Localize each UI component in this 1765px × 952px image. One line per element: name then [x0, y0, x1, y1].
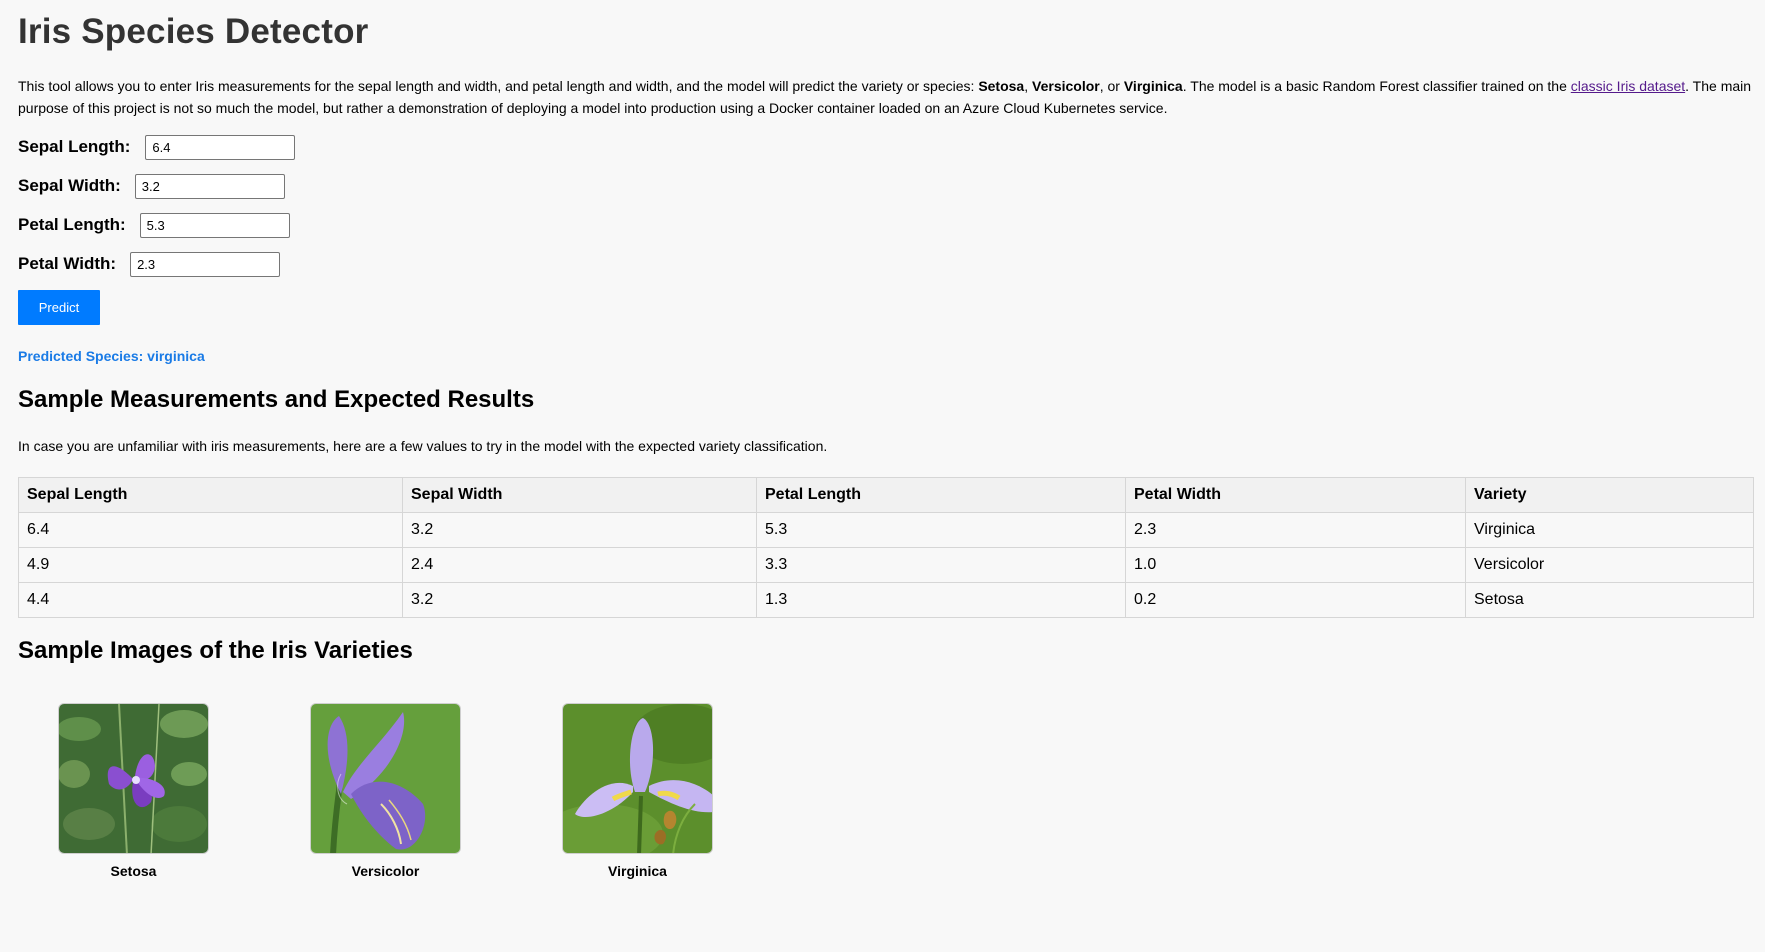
- iris-dataset-link[interactable]: classic Iris dataset: [1571, 78, 1685, 94]
- petal-length-label: Petal Length:: [18, 215, 126, 234]
- sepal-width-row: Sepal Width:: [18, 171, 285, 201]
- table-header-row: Sepal Length Sepal Width Petal Length Pe…: [18, 477, 1754, 513]
- samples-table: Sepal Length Sepal Width Petal Length Pe…: [18, 477, 1754, 618]
- versicolor-card: Versicolor: [310, 703, 461, 879]
- table-row: 4.4 3.2 1.3 0.2 Setosa: [18, 582, 1754, 618]
- samples-description: In case you are unfamiliar with iris mea…: [18, 438, 828, 454]
- prediction-result: Predicted Species: virginica: [18, 348, 205, 364]
- setosa-image: [58, 703, 209, 854]
- petal-width-label: Petal Width:: [18, 254, 117, 273]
- col-petal-width: Petal Width: [1125, 477, 1466, 513]
- table-cell: 0.2: [1125, 582, 1466, 618]
- virginica-card: Virginica: [562, 703, 713, 879]
- sepal-width-label: Sepal Width:: [18, 176, 121, 195]
- table-cell: 6.4: [18, 512, 403, 548]
- col-sepal-width: Sepal Width: [402, 477, 757, 513]
- species-versicolor: Versicolor: [1032, 78, 1100, 94]
- setosa-caption: Setosa: [110, 863, 157, 879]
- table-cell: Virginica: [1465, 512, 1754, 548]
- versicolor-caption: Versicolor: [351, 863, 420, 879]
- petal-width-input[interactable]: [130, 251, 281, 277]
- table-cell: 1.3: [756, 582, 1126, 618]
- table-cell: 3.3: [756, 547, 1126, 583]
- table-cell: 2.3: [1125, 512, 1466, 548]
- sepal-length-row: Sepal Length:: [18, 132, 296, 162]
- petal-length-input[interactable]: [139, 212, 290, 238]
- table-cell: 4.9: [18, 547, 403, 583]
- species-virginica: Virginica: [1123, 78, 1183, 94]
- table-cell: Versicolor: [1465, 547, 1754, 583]
- table-cell: 2.4: [402, 547, 757, 583]
- species-setosa: Setosa: [978, 78, 1025, 94]
- col-variety: Variety: [1465, 477, 1754, 513]
- table-cell: Setosa: [1465, 582, 1754, 618]
- petal-length-row: Petal Length:: [18, 210, 290, 240]
- table-cell: 3.2: [402, 582, 757, 618]
- table-cell: 4.4: [18, 582, 403, 618]
- samples-heading: Sample Measurements and Expected Results: [18, 386, 535, 413]
- images-heading: Sample Images of the Iris Varieties: [18, 637, 413, 664]
- sepal-length-input[interactable]: [145, 134, 296, 160]
- petal-width-row: Petal Width:: [18, 249, 281, 279]
- page-title: Iris Species Detector: [18, 12, 369, 51]
- table-cell: 3.2: [402, 512, 757, 548]
- table-row: 4.9 2.4 3.3 1.0 Versicolor: [18, 547, 1754, 583]
- table-cell: 1.0: [1125, 547, 1466, 583]
- virginica-caption: Virginica: [608, 863, 667, 879]
- col-sepal-length: Sepal Length: [18, 477, 403, 513]
- sepal-length-label: Sepal Length:: [18, 137, 131, 156]
- sepal-width-input[interactable]: [134, 173, 285, 199]
- table-row: 6.4 3.2 5.3 2.3 Virginica: [18, 512, 1754, 548]
- predict-button[interactable]: Predict: [18, 290, 100, 325]
- intro-paragraph: This tool allows you to enter Iris measu…: [18, 78, 1752, 116]
- versicolor-image: [310, 703, 461, 854]
- setosa-card: Setosa: [58, 703, 209, 879]
- virginica-image: [562, 703, 713, 854]
- col-petal-length: Petal Length: [756, 477, 1126, 513]
- table-cell: 5.3: [756, 512, 1126, 548]
